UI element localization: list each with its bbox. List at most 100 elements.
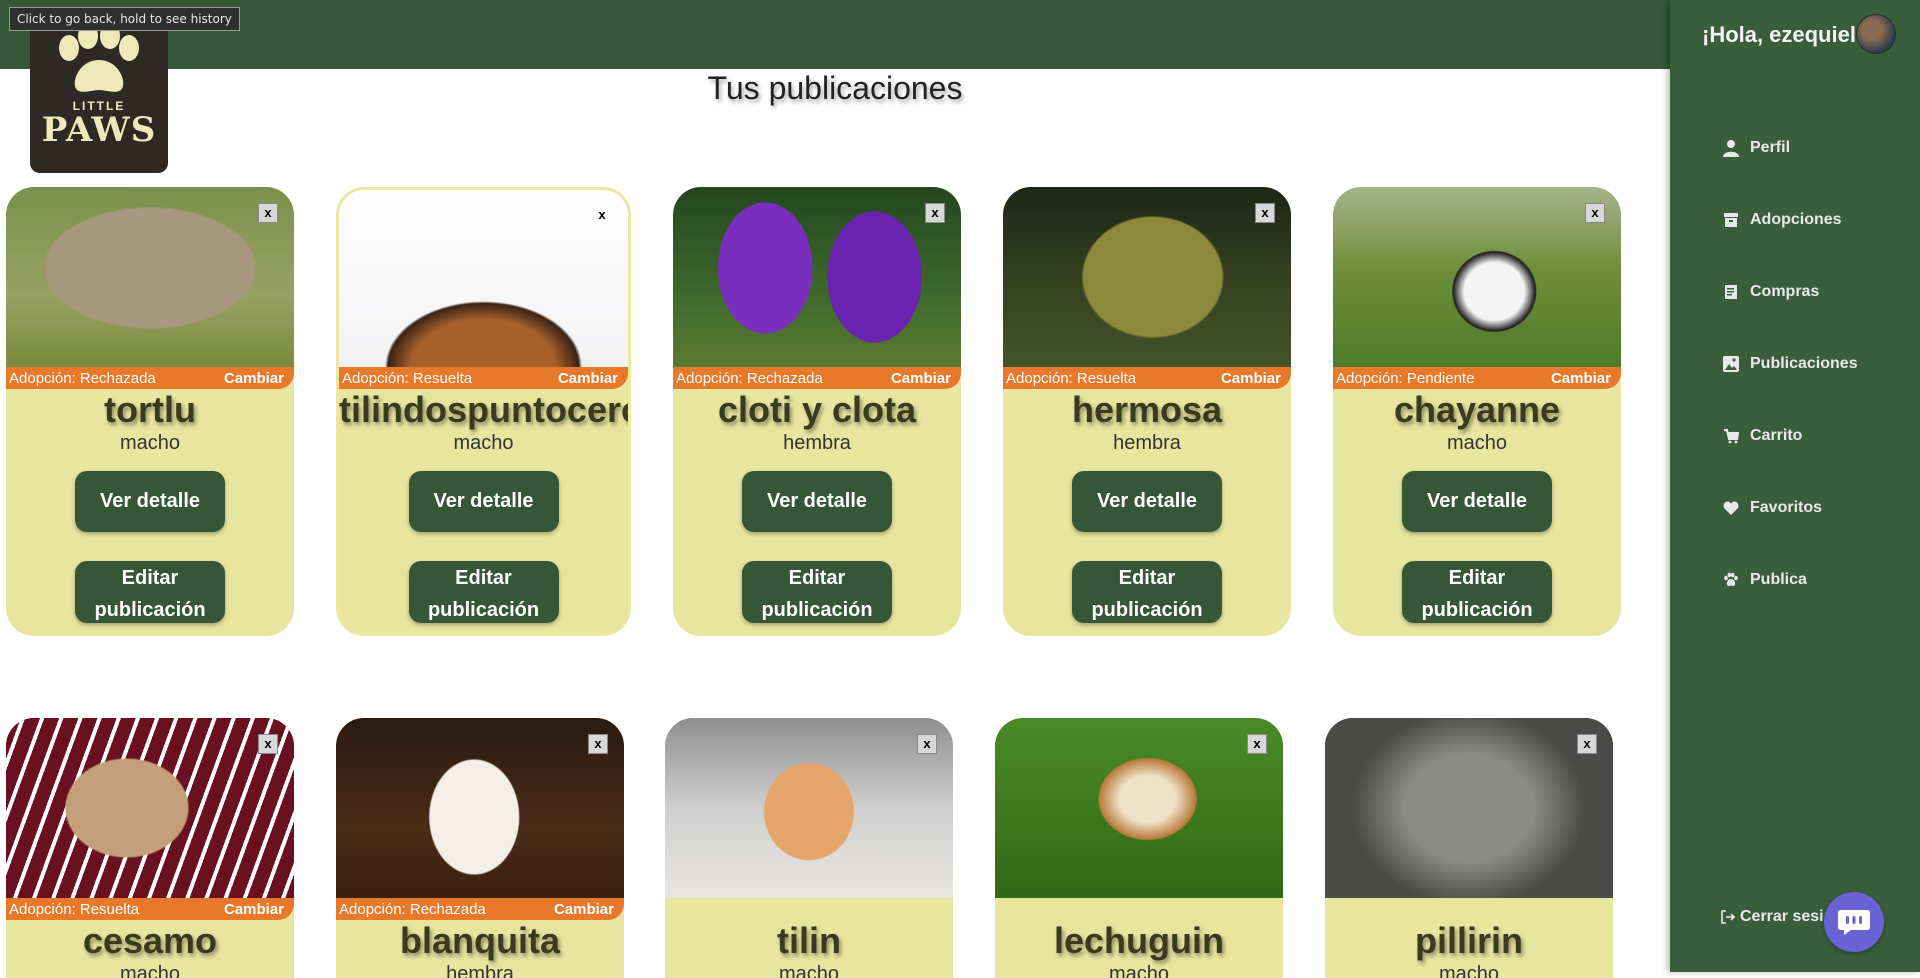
- top-header: [0, 0, 1670, 69]
- delete-button[interactable]: x: [925, 203, 945, 223]
- edit-publication-button[interactable]: Editar publicación: [742, 561, 892, 623]
- back-tooltip: Click to go back, hold to see history: [9, 7, 240, 31]
- edit-publication-button[interactable]: Editar publicación: [75, 561, 225, 623]
- view-detail-button[interactable]: Ver detalle: [1072, 471, 1222, 532]
- change-status-link[interactable]: Cambiar: [1221, 370, 1281, 387]
- sidebar-item-label: Carrito: [1750, 427, 1803, 444]
- pet-card: x Adopción: Resuelta Cambiar cesamo macho: [6, 718, 294, 978]
- sidebar-item-label: Compras: [1750, 283, 1820, 300]
- pet-image: x: [336, 718, 624, 898]
- sidebar-item-label: Favoritos: [1750, 499, 1823, 516]
- delete-button[interactable]: x: [917, 734, 937, 754]
- pet-sex: macho: [119, 963, 181, 978]
- pet-card: x Adopción: Resuelta Cambiar tilindospunt…: [336, 187, 631, 636]
- pet-image: x: [6, 718, 294, 898]
- user-greeting: ¡Hola, ezequiel: [1702, 22, 1856, 48]
- change-status-link[interactable]: Cambiar: [558, 370, 618, 387]
- pet-card: x pillirin macho: [1325, 718, 1613, 978]
- pet-name: tortlu: [104, 389, 196, 430]
- sidebar-nav: Perfil Adopciones Compras Publicaciones …: [1720, 112, 1858, 616]
- pet-name: cesamo: [82, 920, 218, 961]
- pet-image: x: [1003, 187, 1291, 367]
- pet-image: x: [6, 187, 294, 367]
- sidebar-item-carrito[interactable]: Carrito: [1720, 400, 1858, 472]
- delete-button[interactable]: x: [1247, 734, 1267, 754]
- receipt-icon: [1720, 281, 1742, 303]
- heart-icon: [1720, 497, 1742, 519]
- pet-sex: hembra: [783, 432, 851, 454]
- adoption-status: Adopción: Pendiente: [1336, 369, 1475, 387]
- pet-card: x Adopción: Rechazada Cambiar tortlu mach…: [6, 187, 294, 636]
- edit-publication-button[interactable]: Editar publicación: [1072, 561, 1222, 623]
- pet-sex: macho: [119, 432, 181, 454]
- pet-card: x Adopción: Rechazada Cambiar blanquita h…: [336, 718, 624, 978]
- adoption-status-bar: Adopción: Rechazada Cambiar: [6, 367, 294, 389]
- sidebar-item-publicaciones[interactable]: Publicaciones: [1720, 328, 1858, 400]
- sidebar-item-label: Perfil: [1750, 139, 1791, 156]
- pet-sex: hembra: [1113, 432, 1181, 454]
- edit-publication-button[interactable]: Editar publicación: [408, 561, 559, 623]
- adoption-status-bar: Adopción: Rechazada Cambiar: [673, 367, 961, 389]
- sidebar-item-adopciones[interactable]: Adopciones: [1720, 184, 1858, 256]
- image-icon: [1720, 353, 1742, 375]
- pet-sex: macho: [1446, 432, 1508, 454]
- adoption-status: Adopción: Resuelta: [1006, 369, 1137, 387]
- adoption-status-bar: Adopción: Pendiente Cambiar: [1333, 367, 1621, 389]
- user-icon: [1720, 137, 1742, 159]
- view-detail-button[interactable]: Ver detalle: [1402, 471, 1552, 532]
- adoption-status: Adopción: Resuelta: [342, 369, 473, 387]
- pet-sex: macho: [453, 432, 514, 454]
- change-status-link[interactable]: Cambiar: [1551, 370, 1611, 387]
- view-detail-button[interactable]: Ver detalle: [742, 471, 892, 532]
- paw-icon: [1720, 569, 1742, 591]
- logo-text-bottom: PAWS: [41, 110, 157, 150]
- pet-image: x: [995, 718, 1283, 898]
- pet-sex: macho: [1438, 963, 1500, 978]
- pet-image: x: [665, 718, 953, 898]
- change-status-link[interactable]: Cambiar: [554, 901, 614, 918]
- pet-card: x tilin macho: [665, 718, 953, 978]
- logout-label: Cerrar sesi: [1740, 908, 1824, 925]
- sidebar-item-publica[interactable]: Publica: [1720, 544, 1858, 616]
- pet-sex: macho: [1108, 963, 1170, 978]
- user-name: ezequiel: [1769, 22, 1856, 47]
- adoption-status: Adopción: Rechazada: [9, 369, 156, 387]
- delete-button[interactable]: x: [1577, 734, 1597, 754]
- greeting-prefix: ¡Hola,: [1702, 22, 1764, 47]
- adoption-status: Adopción: Rechazada: [676, 369, 823, 387]
- chat-icon: [1838, 910, 1870, 935]
- pet-name: hermosa: [1071, 389, 1223, 430]
- change-status-link[interactable]: Cambiar: [224, 901, 284, 918]
- delete-button[interactable]: x: [1255, 203, 1275, 223]
- pet-image: x: [1333, 187, 1621, 367]
- view-detail-button[interactable]: Ver detalle: [408, 471, 559, 532]
- adoption-status: Adopción: Rechazada: [339, 900, 486, 918]
- sidebar-item-favoritos[interactable]: Favoritos: [1720, 472, 1858, 544]
- pet-name: lechuguin: [1054, 920, 1224, 961]
- change-status-link[interactable]: Cambiar: [891, 370, 951, 387]
- chat-button[interactable]: [1824, 892, 1884, 952]
- pet-name: pillirin: [1415, 920, 1523, 961]
- sidebar-item-perfil[interactable]: Perfil: [1720, 112, 1858, 184]
- sidebar-item-label: Publica: [1750, 571, 1807, 588]
- delete-button[interactable]: x: [258, 734, 278, 754]
- view-detail-button[interactable]: Ver detalle: [75, 471, 225, 532]
- delete-button[interactable]: x: [592, 206, 612, 226]
- logout-button[interactable]: Cerrar sesi: [1720, 908, 1828, 926]
- delete-button[interactable]: x: [1585, 203, 1605, 223]
- box-icon: [1720, 209, 1742, 231]
- change-status-link[interactable]: Cambiar: [224, 370, 284, 387]
- sidebar-item-label: Adopciones: [1750, 211, 1842, 228]
- delete-button[interactable]: x: [258, 203, 278, 223]
- page-title: Tus publicaciones: [707, 70, 963, 106]
- pet-name: tilindospuntocero: [339, 389, 631, 430]
- delete-button[interactable]: x: [588, 734, 608, 754]
- avatar[interactable]: [1856, 14, 1896, 54]
- pet-image: x: [1325, 718, 1613, 898]
- pet-name: cloti y clota: [717, 389, 917, 430]
- sidebar-item-compras[interactable]: Compras: [1720, 256, 1858, 328]
- adoption-status-bar: Adopción: Rechazada Cambiar: [336, 898, 624, 920]
- adoption-status-bar: Adopción: Resuelta Cambiar: [339, 367, 628, 389]
- edit-publication-button[interactable]: Editar publicación: [1402, 561, 1552, 623]
- pet-name: chayanne: [1393, 389, 1561, 430]
